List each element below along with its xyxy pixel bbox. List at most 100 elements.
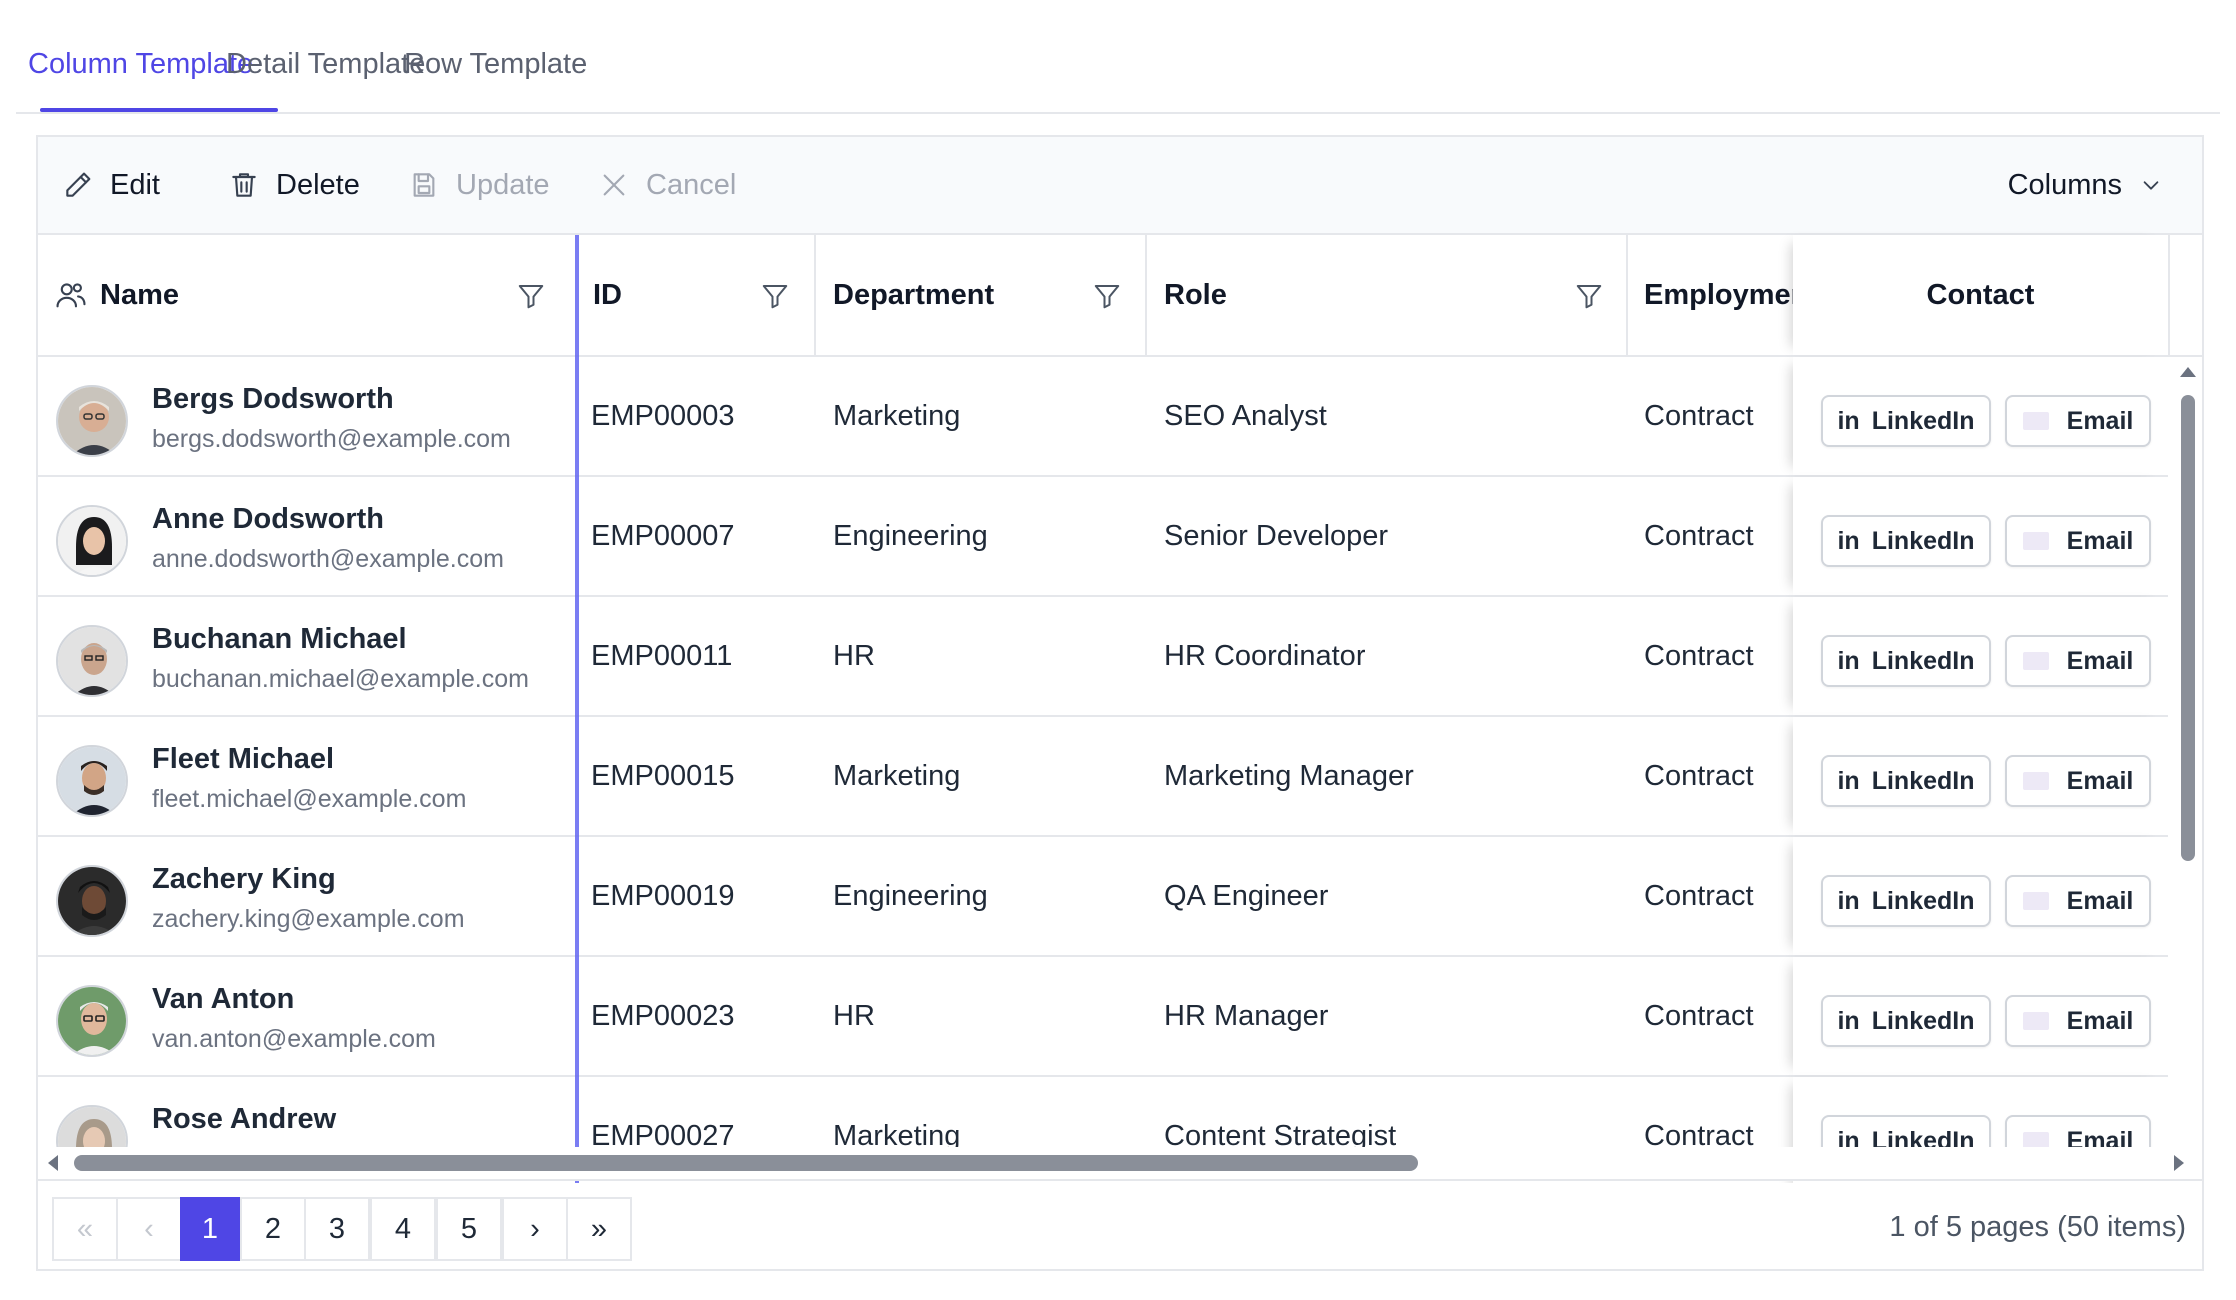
frozen-column-separator bbox=[575, 235, 579, 1269]
employee-email: van.anton@example.com bbox=[152, 1025, 436, 1053]
table-row[interactable]: Van Anton van.anton@example.com EMP00023… bbox=[38, 957, 2168, 1077]
linkedin-button[interactable]: in LinkedIn bbox=[1821, 515, 1991, 567]
employee-grid: Edit Delete Update Cancel Columns Name I… bbox=[36, 135, 2204, 1271]
table-row[interactable]: Fleet Michael fleet.michael@example.com … bbox=[38, 717, 2168, 837]
mail-icon bbox=[2022, 652, 2049, 670]
table-row[interactable]: Zachery King zachery.king@example.com EM… bbox=[38, 837, 2168, 957]
employee-name: Buchanan Michael bbox=[152, 623, 407, 655]
tab-bar: Column Template Detail Template Row Temp… bbox=[16, 0, 2220, 114]
delete-label: Delete bbox=[276, 168, 360, 201]
save-icon bbox=[413, 173, 435, 197]
column-header-department[interactable]: Department bbox=[833, 235, 1093, 355]
linkedin-button[interactable]: in LinkedIn bbox=[1821, 875, 1991, 927]
linkedin-button[interactable]: in LinkedIn bbox=[1821, 755, 1991, 807]
next-page-button[interactable]: › bbox=[502, 1197, 568, 1261]
table-row[interactable]: Buchanan Michael buchanan.michael@exampl… bbox=[38, 597, 2168, 717]
filter-icon[interactable] bbox=[1092, 281, 1122, 311]
cell-employment: Contract bbox=[1644, 399, 1754, 432]
email-label: Email bbox=[2066, 406, 2134, 435]
first-page-button[interactable]: « bbox=[52, 1197, 118, 1261]
email-button[interactable]: Email bbox=[2005, 875, 2151, 927]
email-button[interactable]: Email bbox=[2005, 995, 2151, 1047]
update-button[interactable]: Update bbox=[408, 167, 550, 203]
email-button[interactable]: Email bbox=[2005, 635, 2151, 687]
scroll-right-icon[interactable] bbox=[2174, 1155, 2184, 1171]
active-tab-indicator bbox=[40, 108, 278, 112]
cell-contact: in LinkedIn Email bbox=[1793, 597, 2168, 715]
employee-name: Fleet Michael bbox=[152, 743, 335, 775]
page-button-2[interactable]: 2 bbox=[240, 1197, 306, 1261]
cancel-button[interactable]: Cancel bbox=[598, 167, 736, 203]
prev-page-button[interactable]: ‹ bbox=[116, 1197, 182, 1261]
cell-id: EMP00003 bbox=[591, 399, 735, 432]
horizontal-scroll-thumb[interactable] bbox=[74, 1155, 1418, 1171]
cell-id: EMP00019 bbox=[591, 879, 735, 912]
email-button[interactable]: Email bbox=[2005, 755, 2151, 807]
page-button-3[interactable]: 3 bbox=[304, 1197, 370, 1261]
last-page-button[interactable]: » bbox=[566, 1197, 632, 1261]
linkedin-icon: in bbox=[1837, 406, 1860, 435]
filter-icon[interactable] bbox=[760, 281, 790, 311]
page-button-4[interactable]: 4 bbox=[370, 1197, 436, 1261]
edit-button[interactable]: Edit bbox=[62, 167, 160, 203]
vertical-scroll-thumb[interactable] bbox=[2181, 395, 2195, 861]
cell-department: Marketing bbox=[833, 399, 961, 432]
column-header-contact[interactable]: Contact bbox=[1793, 235, 2168, 355]
scroll-left-icon[interactable] bbox=[48, 1155, 58, 1171]
scroll-up-icon[interactable] bbox=[2180, 367, 2196, 377]
linkedin-button[interactable]: in LinkedIn bbox=[1821, 635, 1991, 687]
employee-name: Anne Dodsworth bbox=[152, 503, 384, 535]
column-divider bbox=[814, 235, 816, 355]
employee-name: Rose Andrew bbox=[152, 1103, 337, 1135]
cell-role: Marketing Manager bbox=[1164, 759, 1414, 792]
users-icon bbox=[56, 283, 86, 308]
vertical-scrollbar[interactable] bbox=[2172, 357, 2202, 1269]
column-divider bbox=[1145, 235, 1147, 355]
column-divider bbox=[1626, 235, 1628, 355]
filter-icon[interactable] bbox=[1574, 281, 1604, 311]
tab-column-template[interactable]: Column Template bbox=[28, 48, 253, 81]
column-header-id[interactable]: ID bbox=[593, 235, 773, 355]
column-divider bbox=[2168, 235, 2170, 355]
edit-label: Edit bbox=[110, 168, 160, 201]
email-label: Email bbox=[2066, 1006, 2134, 1035]
column-header-role[interactable]: Role bbox=[1164, 235, 1564, 355]
delete-button[interactable]: Delete bbox=[228, 167, 360, 203]
cell-contact: in LinkedIn Email bbox=[1793, 717, 2168, 835]
email-button[interactable]: Email bbox=[2005, 515, 2151, 567]
cell-role: HR Manager bbox=[1164, 999, 1329, 1032]
horizontal-scrollbar[interactable] bbox=[38, 1147, 2202, 1181]
cell-department: Engineering bbox=[833, 519, 988, 552]
linkedin-icon: in bbox=[1837, 526, 1860, 555]
linkedin-label: LinkedIn bbox=[1871, 406, 1975, 435]
linkedin-button[interactable]: in LinkedIn bbox=[1821, 995, 1991, 1047]
tab-row-template[interactable]: Row Template bbox=[404, 48, 587, 81]
filter-icon[interactable] bbox=[516, 281, 546, 311]
tab-detail-template[interactable]: Detail Template bbox=[226, 48, 425, 81]
linkedin-label: LinkedIn bbox=[1871, 766, 1975, 795]
columns-chooser-button[interactable]: Columns bbox=[2008, 167, 2162, 203]
grid-body: Bergs Dodsworth bergs.dodsworth@example.… bbox=[38, 357, 2168, 1269]
email-button[interactable]: Email bbox=[2005, 395, 2151, 447]
avatar bbox=[56, 745, 128, 817]
cell-contact: in LinkedIn Email bbox=[1793, 477, 2168, 595]
chevron-down-icon bbox=[2143, 181, 2159, 190]
mail-icon bbox=[2022, 892, 2049, 910]
cell-contact: in LinkedIn Email bbox=[1793, 357, 2168, 475]
column-header-name[interactable]: Name bbox=[54, 235, 554, 355]
linkedin-button[interactable]: in LinkedIn bbox=[1821, 395, 1991, 447]
page-button-1[interactable]: 1 bbox=[180, 1197, 240, 1261]
cell-department: Marketing bbox=[833, 759, 961, 792]
table-row[interactable]: Bergs Dodsworth bergs.dodsworth@example.… bbox=[38, 357, 2168, 477]
cell-id: EMP00023 bbox=[591, 999, 735, 1032]
email-label: Email bbox=[2066, 886, 2134, 915]
cell-employment: Contract bbox=[1644, 639, 1754, 672]
page-button-5[interactable]: 5 bbox=[436, 1197, 502, 1261]
cell-department: HR bbox=[833, 639, 875, 672]
update-label: Update bbox=[456, 168, 550, 201]
cell-role: Senior Developer bbox=[1164, 519, 1389, 552]
pager: « ‹ 1 2 3 4 5 › » 1 of 5 pages (50 items… bbox=[38, 1183, 2202, 1269]
employee-email: buchanan.michael@example.com bbox=[152, 665, 529, 693]
table-row[interactable]: Anne Dodsworth anne.dodsworth@example.co… bbox=[38, 477, 2168, 597]
avatar bbox=[56, 865, 128, 937]
